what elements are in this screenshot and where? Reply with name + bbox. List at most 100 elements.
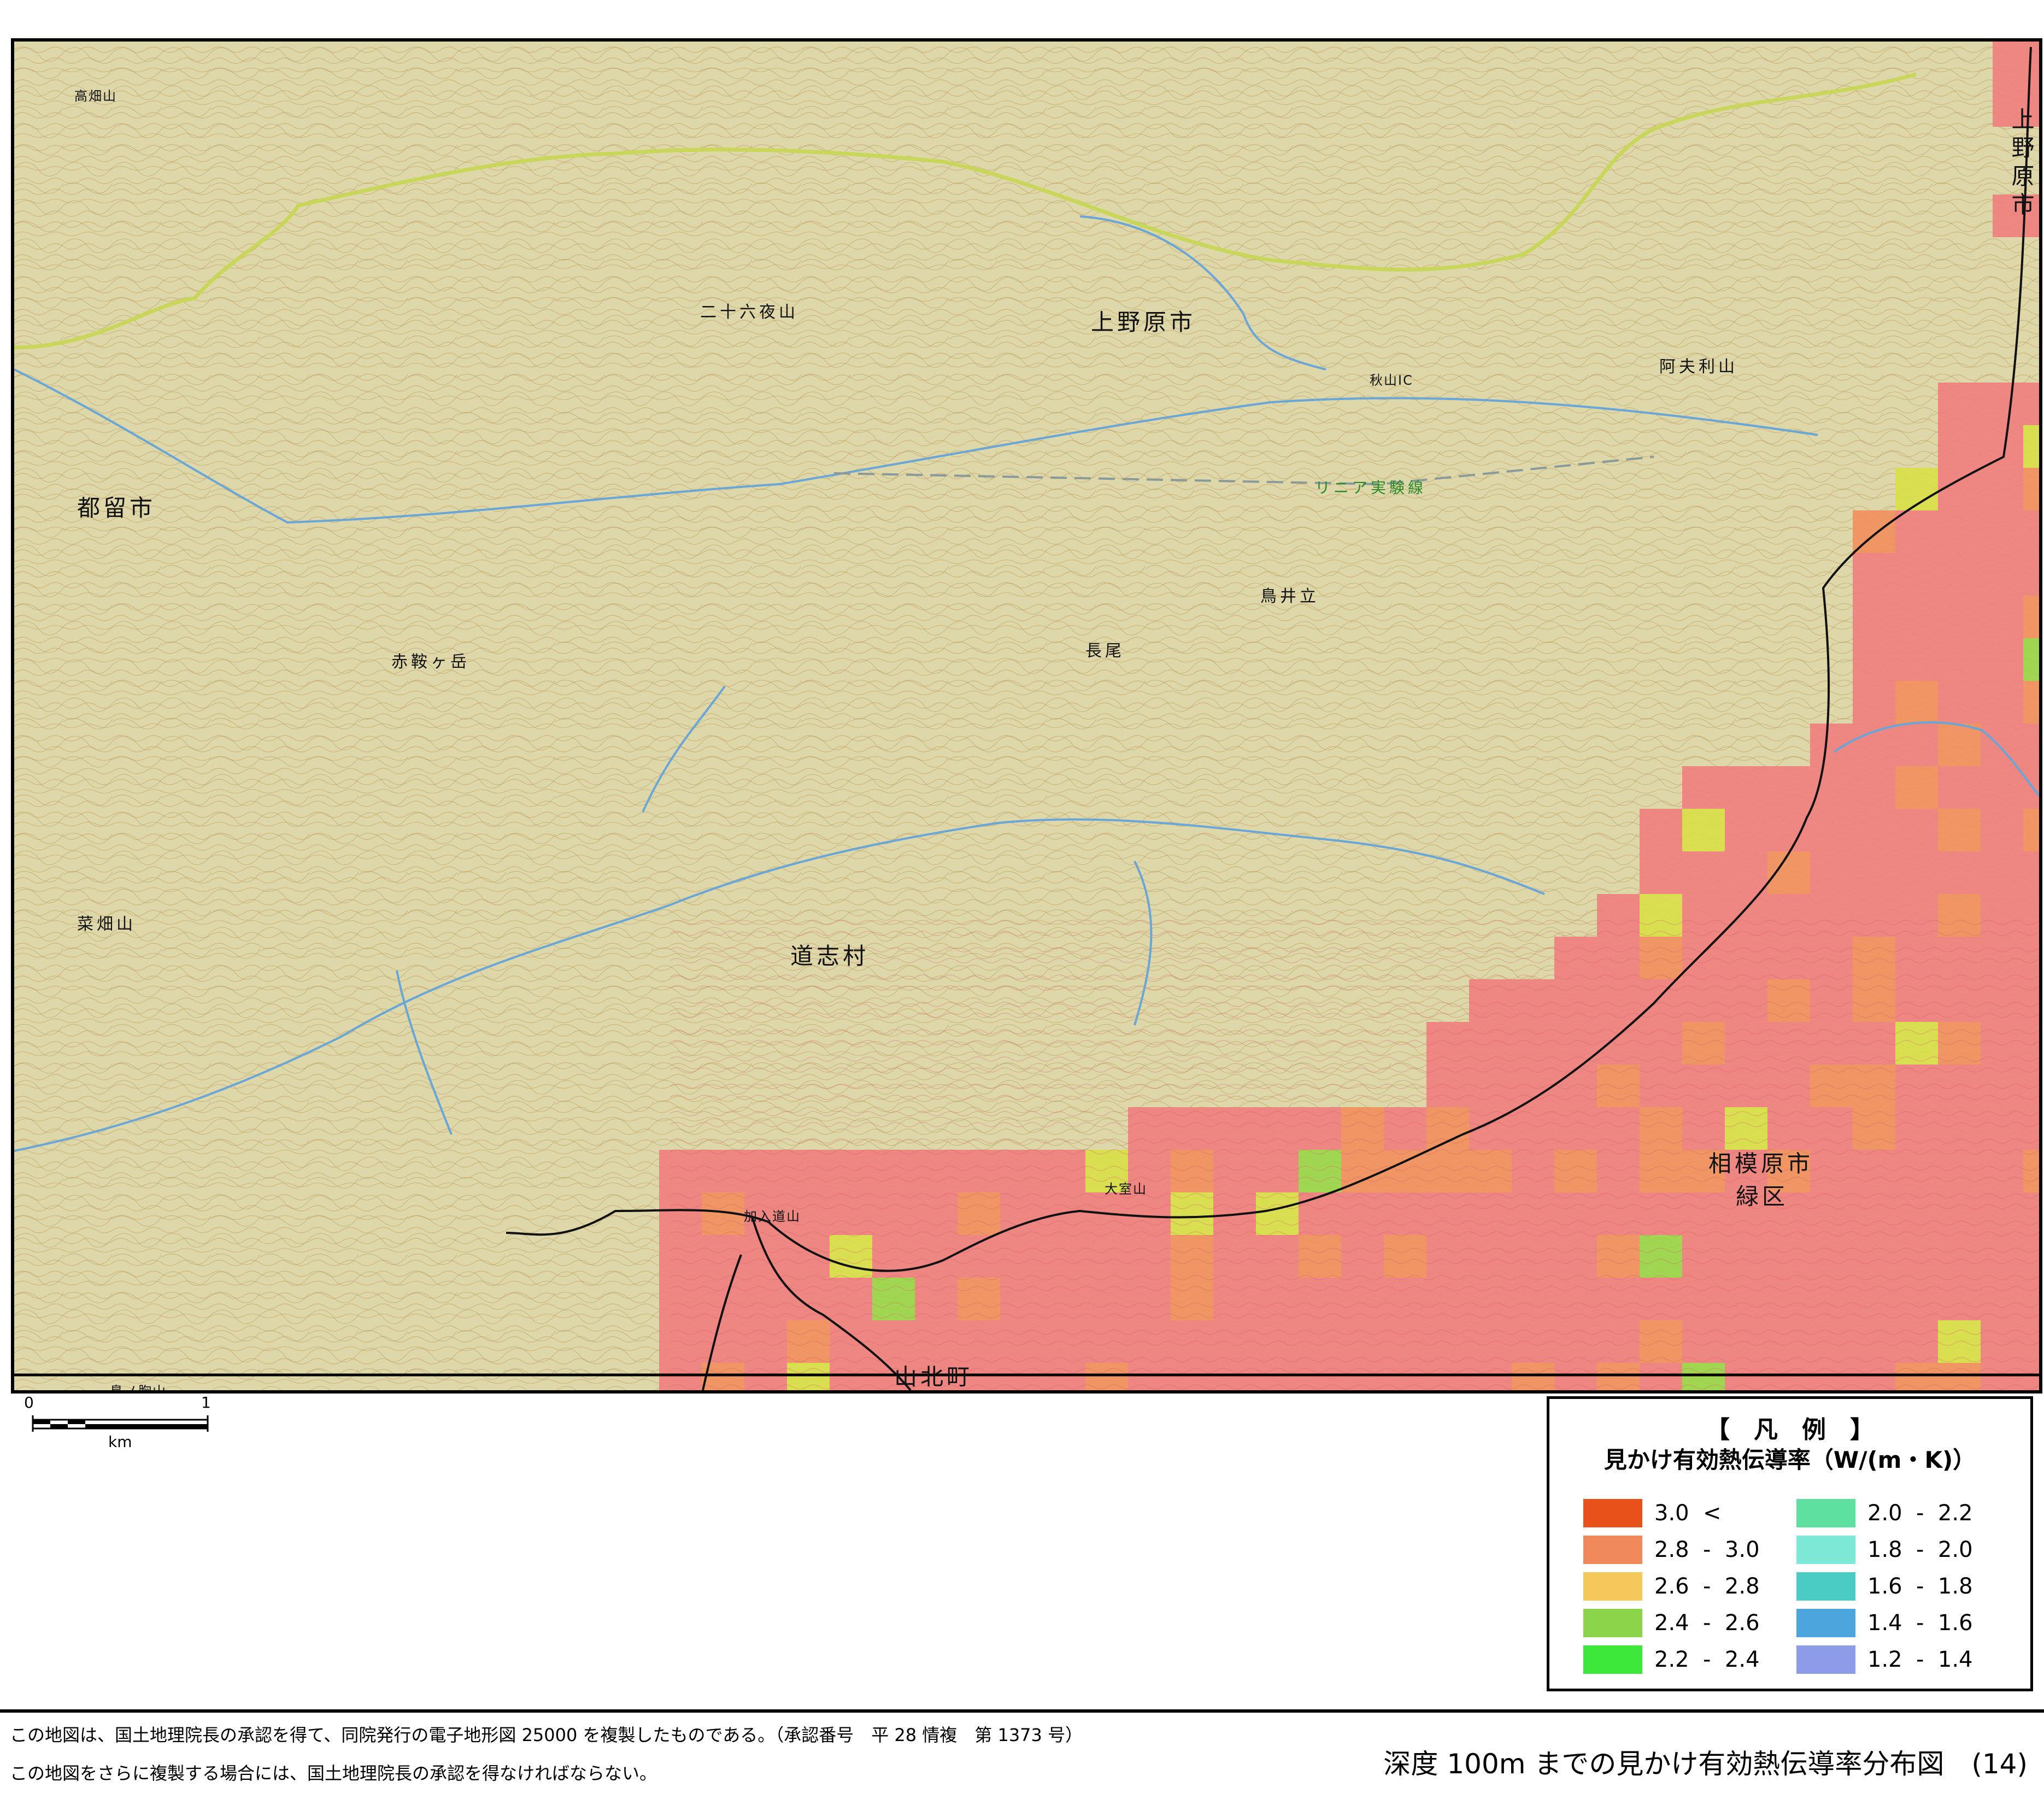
label-doshi-village: 道志村 [790,943,870,969]
legend-label: 2.2 - 2.4 [1654,1647,1760,1672]
overlay-cell [2023,724,2039,766]
overlay-cell [1981,468,2023,510]
legend: 【 凡 例 】 見かけ有効熱伝導率（W/(m・K)） 3.0 < 2.8 - 3.… [1547,1396,2033,1691]
legend-item-3: 2.4 - 2.6 [1583,1609,1760,1637]
overlay-cell [1981,425,2023,468]
legend-label: 1.2 - 1.4 [1867,1647,1973,1672]
overlay-cell [1895,638,1938,681]
overlay-cell [1938,681,1981,724]
overlay-cell [1853,851,1895,894]
overlay-cell [1938,510,1981,553]
overlay-cell [1895,809,1938,851]
overlay-cell [2023,809,2039,851]
legend-label: 1.6 - 1.8 [1867,1574,1973,1599]
footnote-copyright: この地図は、国土地理院長の承認を得て、同院発行の電子地形図 25000 を複製し… [10,1725,1083,1745]
overlay-cell [1810,766,1853,809]
legend-label: 2.8 - 3.0 [1654,1537,1760,1562]
scale-one: 1 [201,1393,211,1412]
legend-swatch [1796,1536,1855,1564]
legend-label: 1.4 - 1.6 [1867,1610,1973,1636]
overlay-cell [1981,851,2023,894]
label-uenohara-right: 上野原市 [2008,107,2035,221]
overlay-cell [1938,724,1981,766]
overlay-cell [1895,851,1938,894]
legend-item-1: 2.8 - 3.0 [1583,1536,1760,1564]
overlay-cell [1725,766,1767,809]
overlay-cell [2023,553,2039,596]
overlay-cell [1938,596,1981,638]
overlay-cell [2023,596,2039,638]
legend-label: 1.8 - 2.0 [1867,1537,1973,1562]
legend-swatch [1583,1499,1642,1527]
legend-item-9: 1.2 - 1.4 [1796,1645,1973,1674]
overlay-cell [1640,809,1682,851]
overlay-cell [1725,851,1767,894]
overlay-cell [1682,809,1725,851]
label-torinosuyama: 鳥ノ胸山 [110,1384,167,1393]
map-frame[interactable]: 上野原市 上野原市 都留市 道志村 相模原市 緑区 山北町 リニア実験線 二十六… [11,38,2042,1393]
label-tanabe: 菜畑山 [77,915,136,934]
overlay-cell [1981,510,2023,553]
legend-swatch [1796,1609,1855,1637]
overlay-cell [1682,851,1725,894]
overlay-cell [1895,681,1938,724]
scale-zero: 0 [24,1393,34,1412]
overlay-cell [1853,553,1895,596]
legend-item-0: 3.0 < [1583,1499,1722,1527]
label-akiyama: 阿夫利山 [1659,357,1738,377]
legend-item-4: 2.2 - 2.4 [1583,1645,1760,1674]
label-torii: 鳥井立 [1260,587,1319,606]
overlay-cell [1853,596,1895,638]
label-kanyu: 加入道山 [744,1209,801,1224]
legend-swatch [1583,1609,1642,1637]
label-midori-ku: 緑区 [1736,1183,1789,1210]
label-akabatsu: 赤鞍ヶ岳 [391,652,470,672]
overlay-cell [1895,596,1938,638]
label-omuro: 大室山 [1105,1181,1147,1197]
footer-divider [0,1709,2044,1713]
label-tsuru-city: 都留市 [77,495,156,521]
overlay-cell [1981,809,2023,851]
overlay-cell [1895,553,1938,596]
overlay-cell [1853,638,1895,681]
legend-item-8: 1.4 - 1.6 [1796,1609,1973,1637]
legend-item-2: 2.6 - 2.8 [1583,1572,1760,1601]
overlay-cell [1981,596,2023,638]
overlay-contour-texture [670,916,2039,1390]
overlay-cell [1938,425,1981,468]
overlay-cell [1981,766,2023,809]
legend-item-7: 1.6 - 1.8 [1796,1572,1973,1601]
label-linear-line: リニア実験線 [1315,479,1427,497]
legend-swatch [1583,1572,1642,1601]
overlay-cell [1938,638,1981,681]
footnote-reproduction: この地図をさらに複製する場合には、国土地理院長の承認を得なければならない。 [10,1763,657,1784]
overlay-cell [1767,809,1810,851]
label-nagao: 長尾 [1085,642,1125,661]
legend-swatch [1796,1572,1855,1601]
overlay-cell [1981,553,2023,596]
overlay-cell [1640,851,1682,894]
overlay-cell [2023,851,2039,894]
overlay-cell [1938,383,1981,425]
overlay-cell [1767,851,1810,894]
label-akiyama-ic: 秋山IC [1370,373,1413,388]
overlay-cell [2023,383,2039,425]
overlay-cell [1981,638,2023,681]
overlay-cell [1853,809,1895,851]
overlay-cell [1810,851,1853,894]
legend-item-5: 2.0 - 2.2 [1796,1499,1973,1527]
overlay-cell [1767,766,1810,809]
overlay-cell [1682,766,1725,809]
overlay-cell [1853,681,1895,724]
legend-subtitle: 見かけ有効熱伝導率（W/(m・K)） [1604,1447,1976,1473]
legend-item-6: 1.8 - 2.0 [1796,1536,1973,1564]
legend-label: 2.6 - 2.8 [1654,1574,1760,1599]
overlay-cell [1993,42,2039,84]
overlay-cell [1938,553,1981,596]
overlay-cell [2023,510,2039,553]
legend-swatch [1796,1499,1855,1527]
legend-swatch [1583,1645,1642,1674]
label-sagamihara-city: 相模原市 [1708,1150,1814,1177]
overlay-cell [2023,766,2039,809]
legend-swatch [1583,1536,1642,1564]
